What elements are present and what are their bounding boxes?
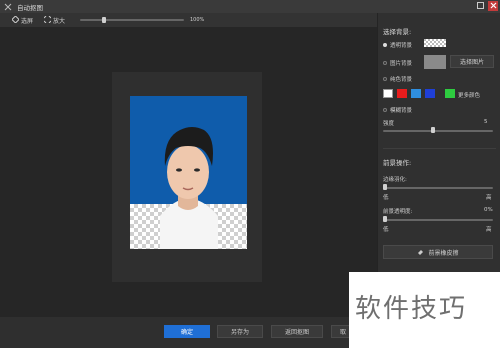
edge-feather-label: 边缘羽化:	[383, 177, 407, 183]
zoom-value: 100%	[190, 17, 205, 23]
watermark-overlay: 软件技巧	[349, 272, 500, 348]
image-preview	[424, 55, 446, 69]
toolbar: 选屏 放大 100%	[0, 13, 377, 27]
divider	[383, 148, 496, 149]
edge-low-label: 低	[383, 195, 389, 201]
maximize-icon	[476, 1, 484, 11]
swatch-green[interactable]	[445, 89, 455, 98]
swatch-red[interactable]	[397, 89, 407, 98]
watermark-text: 软件技巧	[355, 294, 468, 324]
portrait-photo[interactable]	[130, 96, 247, 249]
edge-feather-slider-thumb[interactable]	[383, 184, 387, 190]
foreground-eraser-button[interactable]: 前景橡皮擦	[383, 245, 493, 259]
transparent-swatch	[424, 39, 446, 47]
opacity-low-label: 低	[383, 227, 389, 233]
option-label: 图片背景	[390, 61, 413, 67]
foreground-section-title: 前景操作:	[383, 159, 412, 167]
select-label: 选屏	[21, 17, 34, 25]
select-image-button[interactable]: 选择图片	[450, 55, 494, 68]
fg-opacity-label: 前景透明度:	[383, 209, 413, 215]
close-button[interactable]	[488, 1, 498, 11]
opacity-high-label: 高	[486, 227, 492, 233]
select-tool[interactable]: 选屏	[11, 14, 34, 25]
option-label: 模糊背景	[390, 108, 413, 114]
option-label: 纯色背景	[390, 77, 413, 83]
select-icon	[11, 14, 20, 25]
more-colors-link[interactable]: 更多颜色	[458, 91, 480, 99]
close-icon	[490, 2, 497, 11]
background-section-title: 选择背景:	[383, 28, 412, 36]
fg-opacity-value: 0%	[484, 207, 493, 213]
radio-unselected	[383, 108, 387, 112]
image-bg-option[interactable]: 图片背景	[383, 59, 412, 67]
maximize-button[interactable]	[475, 1, 485, 11]
zoom-slider[interactable]	[80, 19, 184, 21]
zoom-slider-thumb[interactable]	[102, 17, 106, 23]
fg-opacity-slider[interactable]	[383, 219, 493, 221]
transparent-bg-option[interactable]: 透明背景	[383, 41, 412, 49]
eraser-icon	[417, 248, 424, 257]
swatch-blue[interactable]	[425, 89, 435, 98]
ok-button[interactable]: 确定	[164, 325, 210, 338]
radio-unselected	[383, 61, 387, 65]
radio-selected	[383, 43, 387, 47]
zoom-label: 放大	[53, 17, 66, 25]
radio-unselected	[383, 77, 387, 81]
edge-high-label: 高	[486, 195, 492, 201]
window-title: 自动抠图	[17, 3, 43, 12]
swatch-light-blue[interactable]	[411, 89, 421, 98]
back-to-cutout-button[interactable]: 返回抠图	[271, 325, 323, 338]
blur-slider-thumb[interactable]	[430, 127, 435, 133]
blur-slider[interactable]	[383, 130, 493, 132]
blur-strength-label: 强度	[383, 121, 395, 127]
blur-bg-option[interactable]: 模糊背景	[383, 106, 412, 114]
edge-feather-slider[interactable]	[383, 187, 493, 189]
fg-opacity-slider-thumb[interactable]	[383, 216, 387, 222]
swatch-white[interactable]	[383, 89, 393, 98]
scissors-icon	[4, 3, 12, 11]
title-bar: 自动抠图	[0, 0, 500, 13]
blur-strength-value: 5	[484, 119, 488, 125]
eraser-label: 前景橡皮擦	[428, 249, 459, 257]
option-label: 透明背景	[390, 43, 413, 49]
zoom-tool[interactable]: 放大	[43, 15, 66, 25]
zoom-icon	[43, 15, 52, 25]
solid-bg-option[interactable]: 纯色背景	[383, 75, 412, 83]
save-as-button[interactable]: 另存为	[217, 325, 263, 338]
